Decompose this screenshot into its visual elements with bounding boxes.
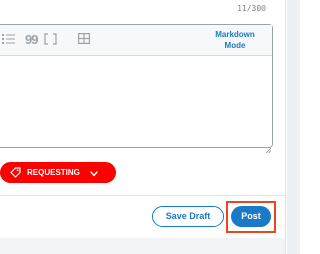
code-block-icon[interactable] — [44, 33, 57, 47]
panel-border — [285, 0, 286, 254]
editor-toolbar: 99 Markdown Mode — [0, 25, 272, 56]
post-body-editor: 99 Markdown Mode — [0, 24, 273, 154]
flair-selector-button[interactable]: REQUESTING — [0, 162, 116, 183]
footer-band — [0, 238, 285, 254]
post-composer: 11/300 99 Markdown Mode REQUESTING Save … — [0, 0, 300, 254]
resize-grip-icon[interactable] — [265, 140, 272, 154]
flair-label: REQUESTING — [27, 168, 80, 177]
save-draft-button[interactable]: Save Draft — [152, 206, 224, 227]
character-counter: 11/300 — [237, 4, 266, 13]
section-divider — [0, 195, 285, 196]
markdown-mode-toggle[interactable]: Markdown Mode — [210, 29, 260, 51]
quote-icon[interactable]: 99 — [25, 33, 39, 47]
chevron-down-icon — [90, 170, 98, 176]
page-gutter — [287, 0, 300, 254]
table-icon[interactable] — [78, 33, 91, 47]
post-body-textarea[interactable] — [0, 56, 272, 147]
tag-icon — [10, 167, 21, 178]
post-button[interactable]: Post — [231, 206, 271, 227]
bulleted-list-icon[interactable] — [2, 33, 16, 47]
